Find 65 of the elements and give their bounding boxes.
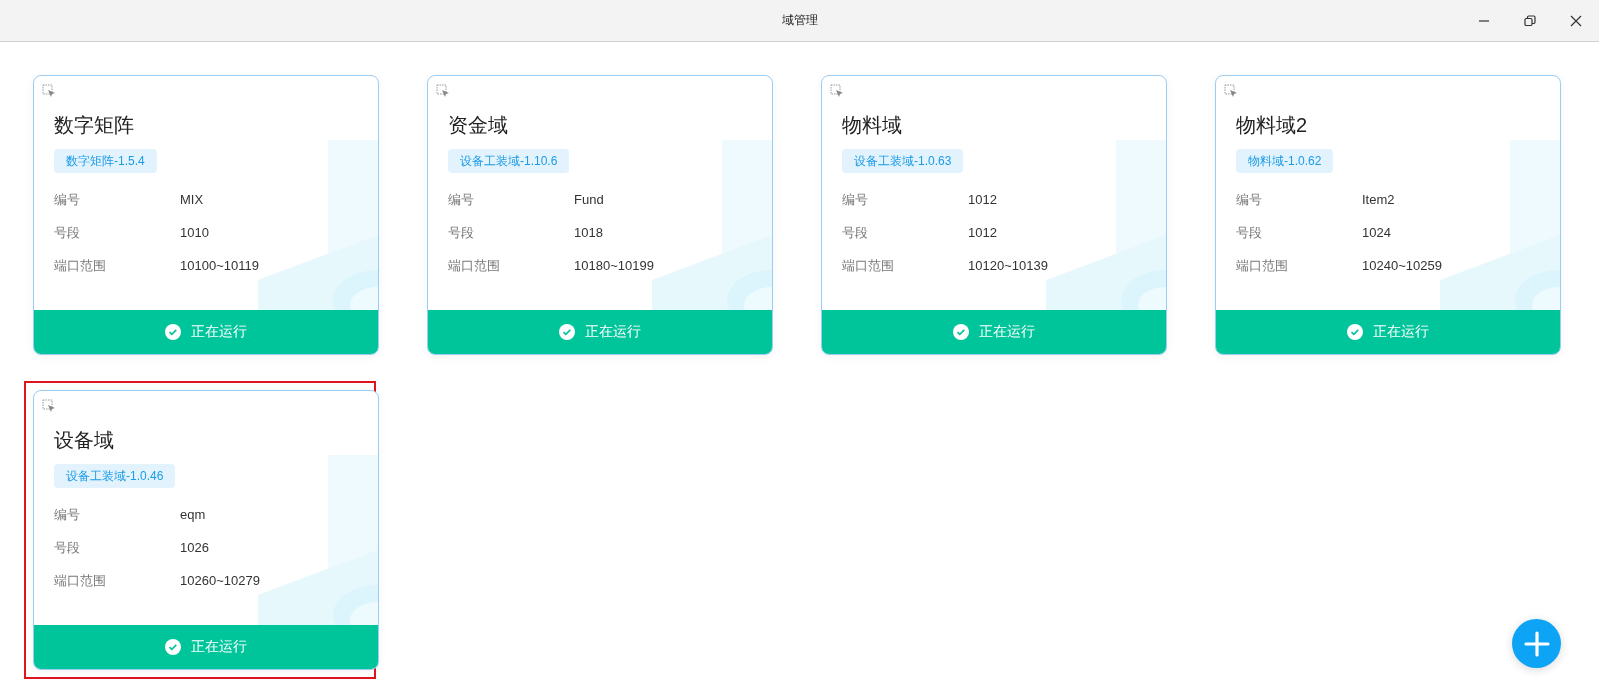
check-circle-icon [953,324,969,340]
status-text: 正在运行 [1373,323,1429,341]
status-text: 正在运行 [979,323,1035,341]
field-value: 1012 [968,225,997,240]
version-tag: 数字矩阵-1.5.4 [54,149,157,173]
field-label: 编号 [1236,190,1263,209]
select-cursor-icon[interactable] [42,84,56,98]
field-label: 号段 [448,223,475,242]
field-value: eqm [180,507,206,522]
select-cursor-icon[interactable] [830,84,844,98]
field-value: 10240~10259 [1362,258,1442,273]
select-cursor-icon[interactable] [42,399,56,413]
field-label: 号段 [54,538,81,557]
card-title: 物料域2 [1236,113,1309,138]
field-label: 号段 [54,223,81,242]
field-value: Item2 [1362,192,1395,207]
field-label: 号段 [1236,223,1263,242]
field-label: 号段 [842,223,869,242]
status-text: 正在运行 [585,323,641,341]
field-label: 编号 [54,505,81,524]
status-text: 正在运行 [191,638,247,656]
card-title: 物料域 [842,113,903,138]
field-value: Fund [574,192,604,207]
version-tag: 物料域-1.0.62 [1236,149,1334,173]
domain-card[interactable]: 设备域 设备工装域-1.0.46 编号 eqm 号段 1026 端口范围 10260~10279 正在运行 [33,390,379,670]
field-value: 1012 [968,192,997,207]
field-label: 编号 [448,190,475,209]
field-label: 编号 [54,190,81,209]
field-value: 1010 [180,225,209,240]
field-value: 1024 [1362,225,1391,240]
version-tag: 设备工装域-1.10.6 [448,149,570,173]
version-tag: 设备工装域-1.0.63 [842,149,964,173]
field-label: 端口范围 [54,571,107,590]
check-circle-icon [165,639,181,655]
check-circle-icon [1347,324,1363,340]
select-cursor-icon[interactable] [1224,84,1238,98]
check-circle-icon [165,324,181,340]
check-circle-icon [559,324,575,340]
field-value: 1026 [180,540,209,555]
domain-card[interactable]: 数字矩阵 数字矩阵-1.5.4 编号 MIX 号段 1010 端口范围 10100~10119 正在运行 [33,75,379,355]
version-tag: 设备工装域-1.0.46 [54,464,176,488]
field-label: 端口范围 [54,256,107,275]
plus-icon [1523,630,1550,657]
select-cursor-icon[interactable] [436,84,450,98]
field-value: 10100~10119 [180,258,259,273]
close-icon [1570,14,1582,27]
field-value: 10120~10139 [968,258,1048,273]
field-value: 10180~10199 [574,258,654,273]
card-title: 资金域 [448,113,509,138]
add-button[interactable] [1512,619,1561,668]
field-value: 10260~10279 [180,573,260,588]
domain-card[interactable]: 物料域2 物料域-1.0.62 编号 Item2 号段 1024 端口范围 10240~10259 正在运行 [1215,75,1561,355]
status-text: 正在运行 [191,323,247,341]
window-title: 域管理 [781,12,818,29]
domain-card[interactable]: 资金域 设备工装域-1.10.6 编号 Fund 号段 1018 端口范围 10180~10199 正在运行 [427,75,773,355]
domain-card[interactable]: 物料域 设备工装域-1.0.63 编号 1012 号段 1012 端口范围 10120~10139 正在运行 [821,75,1167,355]
field-label: 端口范围 [448,256,501,275]
card-title: 数字矩阵 [54,113,135,138]
field-value: MIX [180,192,204,207]
card-title: 设备域 [54,428,115,453]
field-label: 端口范围 [842,256,895,275]
field-label: 端口范围 [1236,256,1289,275]
restore-icon [1524,14,1536,27]
field-value: 1018 [574,225,603,240]
field-label: 编号 [842,190,869,209]
